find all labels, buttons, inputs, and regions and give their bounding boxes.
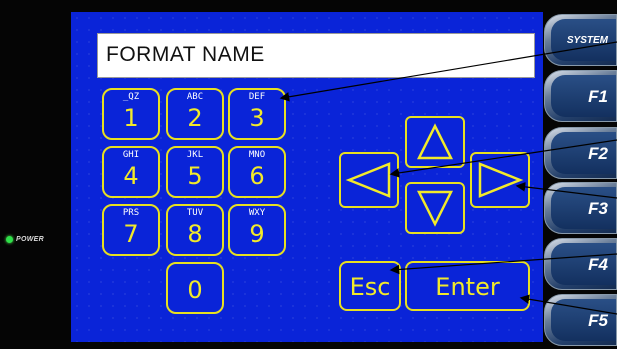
annotation-leaders [279, 41, 617, 315]
leader-system-line [279, 41, 617, 102]
hmi-bezel: POWER FORMAT NAME _QZ 1 ABC 2 DEF 3 GHI … [0, 0, 617, 349]
leader-f5-line [519, 294, 617, 315]
leader-f3-line [515, 182, 617, 199]
leader-f4-line [389, 253, 617, 275]
leader-f2-line [389, 139, 617, 178]
